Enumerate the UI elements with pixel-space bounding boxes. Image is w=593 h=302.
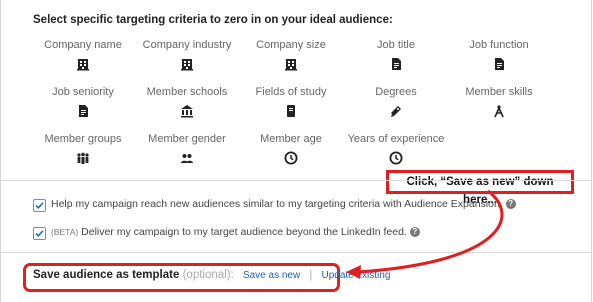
annotation-arrow (346, 189, 504, 279)
